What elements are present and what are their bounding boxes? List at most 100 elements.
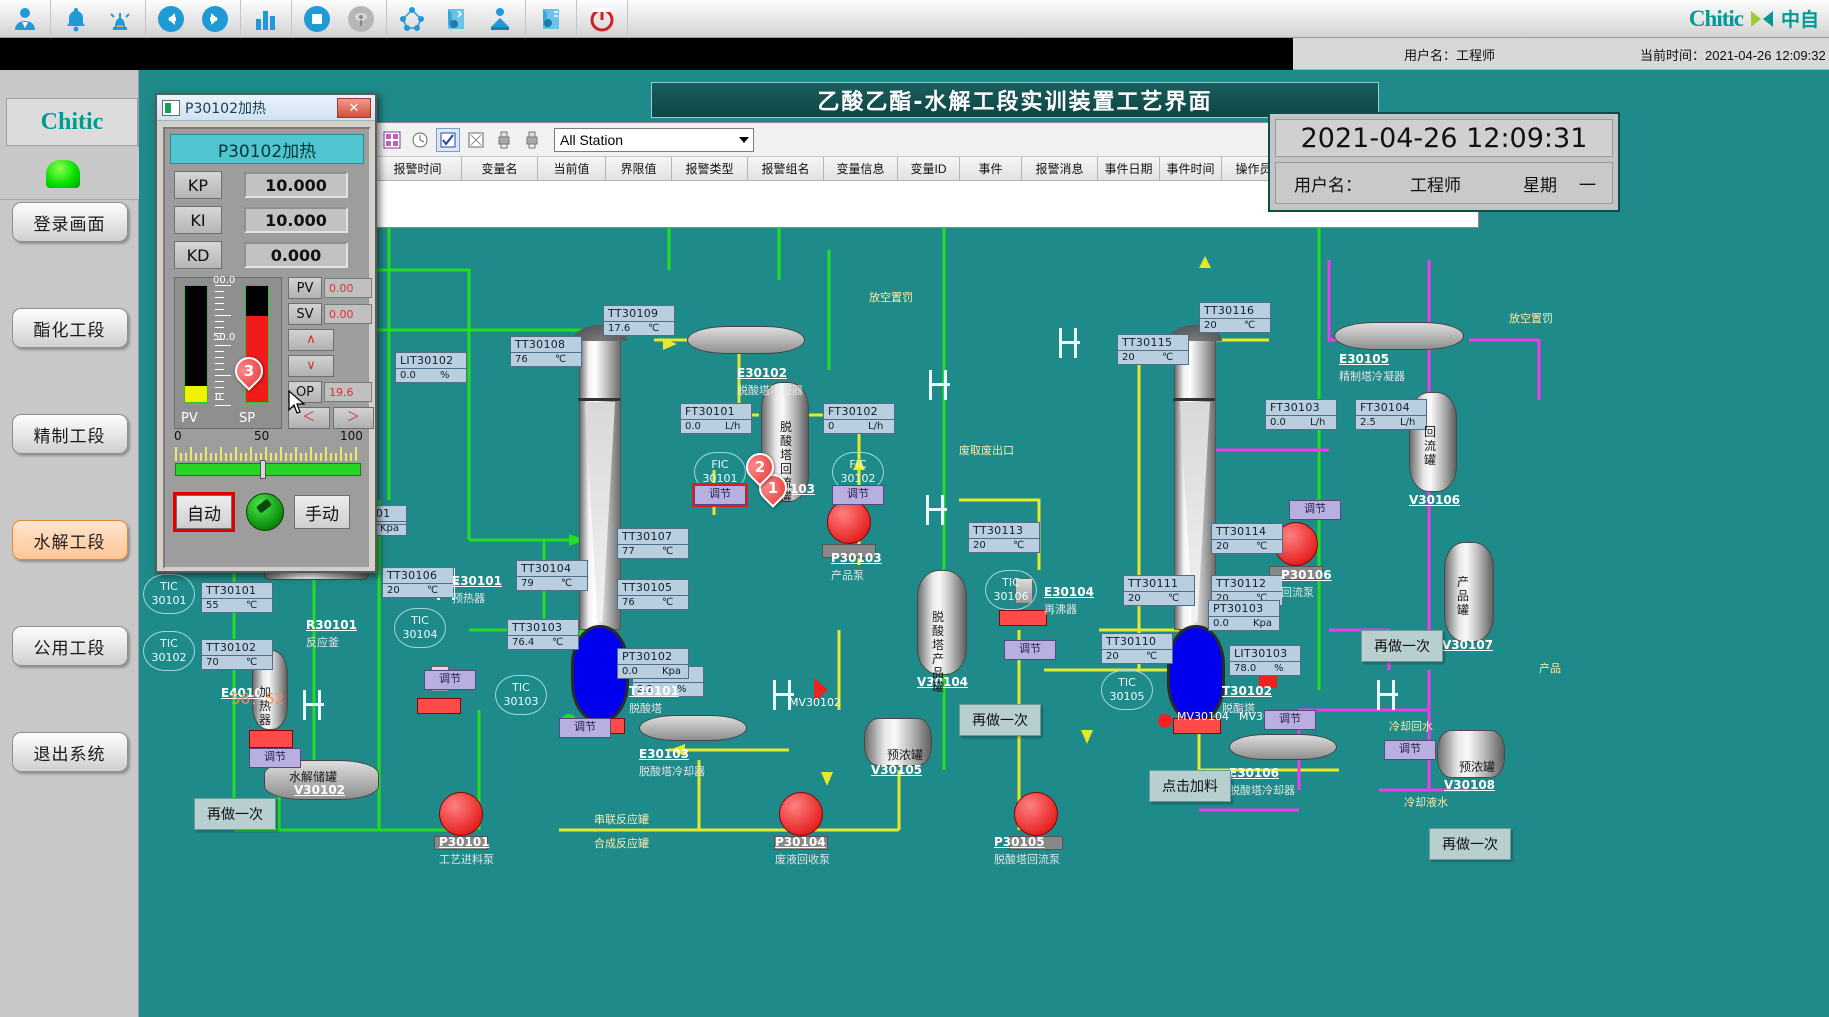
process-tag-tt30103[interactable]: TT3010376.4℃ (507, 619, 579, 650)
process-tag-ft30101[interactable]: FT301010.0L/h (680, 403, 752, 434)
kd-value[interactable]: 0.000 (244, 242, 348, 268)
op-value[interactable]: 19.6 (324, 382, 372, 402)
user-icon[interactable] (3, 1, 47, 37)
stop-record-icon[interactable] (295, 1, 339, 37)
process-tag-tt30109[interactable]: TT3010917.6℃ (603, 305, 675, 336)
pid-dialog[interactable]: P30102加热 ✕ P30102加热 KP 10.000 KI 10.000 … (155, 93, 377, 573)
controller-tic30106[interactable]: TIC30106 (985, 570, 1037, 610)
condenser-e30102[interactable] (687, 326, 805, 354)
control-valve[interactable]: 调节 (1289, 500, 1341, 520)
control-valve[interactable]: 调节 (832, 485, 884, 505)
manual-valve-d[interactable] (926, 495, 944, 525)
power-off-icon[interactable] (580, 1, 624, 37)
back-arrow-icon[interactable] (149, 1, 193, 37)
process-tag-tt30104[interactable]: TT3010479℃ (516, 560, 588, 591)
control-valve[interactable]: 调节 (424, 670, 476, 690)
manual-valve-e[interactable] (1059, 328, 1077, 358)
manual-mode-button[interactable]: 手动 (294, 495, 350, 529)
mode-selector-knob[interactable] (246, 493, 284, 531)
process-tag-tt30113[interactable]: TT3011320℃ (968, 522, 1040, 553)
process-tag-tt30101[interactable]: TT3010155℃ (201, 582, 273, 613)
control-valve[interactable]: 调节 (559, 718, 611, 738)
alarm-grid-icon[interactable] (380, 128, 404, 152)
controller-tic30104[interactable]: TIC30104 (394, 608, 446, 648)
alarm-column-header[interactable]: 变量名 (462, 157, 538, 181)
process-tag-ft30103[interactable]: FT301030.0L/h (1265, 399, 1337, 430)
manual-valve-f[interactable] (1377, 680, 1395, 710)
process-tag-ft30104[interactable]: FT301042.5L/h (1355, 399, 1427, 430)
alarm-column-header[interactable]: 事件时间 (1160, 157, 1222, 181)
sidebar-item-login[interactable]: 登录画面 (12, 202, 128, 242)
alarm-column-header[interactable]: 报警类型 (672, 157, 748, 181)
action-button[interactable]: 再做一次 (194, 798, 276, 830)
bar-chart-icon[interactable] (244, 1, 288, 37)
condenser-e30105[interactable] (1334, 322, 1464, 350)
process-tag-pt30102[interactable]: PT301020.0Kpa (617, 648, 689, 679)
alarm-column-header[interactable]: 变量信息 (824, 157, 898, 181)
cooler-e30106[interactable] (1229, 734, 1337, 760)
sidebar-item-exit[interactable]: 退出系统 (12, 732, 128, 772)
controller-tic30101[interactable]: TIC30101 (143, 574, 195, 614)
alarm-column-header[interactable]: 变量ID (898, 157, 960, 181)
bell-icon[interactable] (54, 1, 98, 37)
kp-value[interactable]: 10.000 (244, 172, 348, 198)
alarm-column-header[interactable]: 报警时间 (374, 157, 462, 181)
manual-valve-c[interactable] (929, 370, 947, 400)
download-icon[interactable] (478, 1, 522, 37)
station-select[interactable]: All Station (554, 128, 754, 152)
controller-tic30105[interactable]: TIC30105 (1101, 670, 1153, 710)
sidebar-item-utility[interactable]: 公用工段 (12, 626, 128, 666)
alarm-column-header[interactable]: 报警消息 (1022, 157, 1098, 181)
network-icon[interactable] (390, 1, 434, 37)
slider-knob[interactable] (260, 460, 266, 479)
alarm-column-header[interactable]: 事件 (960, 157, 1022, 181)
eye-disabled-icon[interactable] (339, 1, 383, 37)
ki-value[interactable]: 10.000 (244, 207, 348, 233)
slider-track[interactable] (175, 463, 361, 476)
controller-tic30102[interactable]: TIC30102 (143, 631, 195, 671)
alarm-clear-icon[interactable] (464, 128, 488, 152)
controller-tic30103[interactable]: TIC30103 (495, 675, 547, 715)
alarm-history-icon[interactable] (408, 128, 432, 152)
manual-valve-a[interactable] (303, 690, 321, 720)
process-tag-pt30103[interactable]: PT301030.0Kpa (1208, 600, 1280, 631)
control-valve[interactable]: 调节 (249, 748, 301, 768)
process-tag-tt30110[interactable]: TT3011020℃ (1101, 633, 1173, 664)
alarm-light-icon[interactable] (98, 1, 142, 37)
process-tag-tt30108[interactable]: TT3010876℃ (510, 336, 582, 367)
op-increase-button[interactable]: ＞ (333, 407, 375, 429)
process-tag-tt30115[interactable]: TT3011520℃ (1117, 334, 1189, 365)
forward-arrow-icon[interactable] (193, 1, 237, 37)
process-tag-tt30107[interactable]: TT3010777℃ (617, 528, 689, 559)
process-tag-tt30116[interactable]: TT3011620℃ (1199, 302, 1271, 333)
process-tag-ft30102[interactable]: FT301020L/h (823, 403, 895, 434)
cooler-e30103[interactable] (639, 715, 747, 741)
sidebar-item-refining[interactable]: 精制工段 (12, 414, 128, 454)
process-tag-tt30105[interactable]: TT3010576℃ (617, 579, 689, 610)
action-button[interactable]: 点击加料 (1149, 770, 1231, 802)
process-tag-lit30103[interactable]: LIT3010378.0% (1229, 645, 1301, 676)
process-tag-tt30102[interactable]: TT3010270℃ (201, 639, 273, 670)
action-button[interactable]: 再做一次 (1361, 630, 1443, 662)
op-slider[interactable]: 0 50 100 (170, 429, 368, 491)
process-tag-tt30114[interactable]: TT3011420℃ (1211, 523, 1283, 554)
config-book-icon[interactable] (434, 1, 478, 37)
control-valve[interactable]: 调节 (694, 485, 746, 505)
alarm-column-header[interactable]: 报警组名 (748, 157, 824, 181)
sidebar-item-esterification[interactable]: 酯化工段 (12, 308, 128, 348)
tank-t30102-bottom[interactable] (1167, 625, 1225, 723)
pump-p30103[interactable] (827, 500, 876, 558)
action-button[interactable]: 再做一次 (959, 704, 1041, 736)
sv-value[interactable]: 0.00 (324, 304, 372, 324)
close-icon[interactable]: ✕ (337, 98, 371, 118)
process-tag-lit30102[interactable]: LIT301020.0% (395, 352, 467, 383)
decrease-sv-button[interactable]: ∨ (288, 355, 334, 377)
action-button[interactable]: 再做一次 (1429, 828, 1511, 860)
alarm-column-header[interactable]: 当前值 (538, 157, 606, 181)
process-tag-tt30111[interactable]: TT3011120℃ (1123, 575, 1195, 606)
alarm-export-icon[interactable] (520, 128, 544, 152)
settings-book-icon[interactable] (529, 1, 573, 37)
process-tag-tt30106[interactable]: TT3010620℃ (382, 567, 454, 598)
control-valve[interactable]: 调节 (1264, 710, 1316, 730)
alarm-column-header[interactable]: 界限值 (606, 157, 672, 181)
